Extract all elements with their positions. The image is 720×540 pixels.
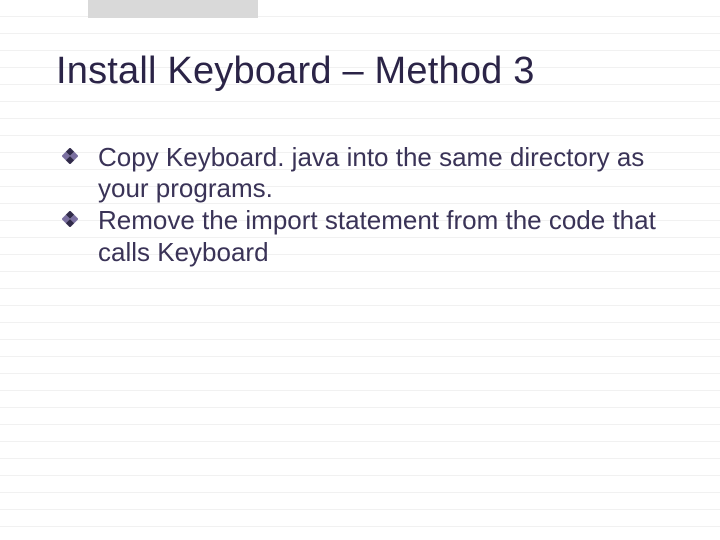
slide: Install Keyboard – Method 3 Copy Keyboar… [0, 0, 720, 269]
bullet-list: Copy Keyboard. java into the same direct… [56, 142, 664, 269]
list-item-text: Remove the import statement from the cod… [98, 205, 656, 267]
diamond-bullet-icon [62, 148, 78, 164]
diamond-bullet-icon [62, 211, 78, 227]
list-item-text: Copy Keyboard. java into the same direct… [98, 142, 644, 204]
slide-title: Install Keyboard – Method 3 [56, 50, 664, 94]
list-item: Copy Keyboard. java into the same direct… [80, 142, 664, 205]
list-item: Remove the import statement from the cod… [80, 205, 664, 268]
